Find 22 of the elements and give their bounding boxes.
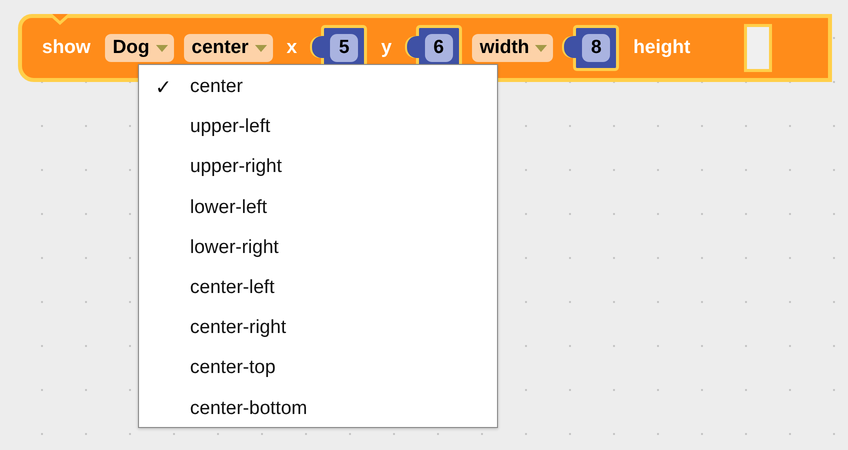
dropdown-field[interactable]: center bbox=[184, 34, 273, 62]
menu-item[interactable]: lower-right bbox=[139, 228, 497, 268]
dropdown-field[interactable]: width bbox=[472, 34, 554, 62]
menu-item[interactable]: center-right bbox=[139, 308, 497, 348]
menu-item[interactable]: center-left bbox=[139, 268, 497, 308]
menu-item[interactable]: center-bottom bbox=[139, 388, 497, 429]
block-label: height bbox=[632, 37, 692, 59]
number-field[interactable]: 5 bbox=[330, 34, 358, 62]
empty-input-slot[interactable] bbox=[744, 24, 772, 72]
caret-icon bbox=[156, 44, 168, 52]
menu-item[interactable]: upper-left bbox=[139, 107, 497, 148]
menu-item[interactable]: lower-left bbox=[139, 188, 497, 228]
caret-icon bbox=[254, 44, 267, 52]
number-field[interactable]: 6 bbox=[424, 34, 453, 62]
block-label: show bbox=[41, 37, 92, 59]
block-label: y bbox=[380, 37, 393, 59]
dropdown-field[interactable]: Dog bbox=[104, 34, 174, 62]
number-field[interactable]: 8 bbox=[582, 34, 610, 62]
block-label: x bbox=[286, 37, 298, 59]
menu-item[interactable]: center-top bbox=[139, 348, 497, 388]
menu-item[interactable]: upper-right bbox=[139, 147, 497, 188]
caret-icon bbox=[535, 44, 548, 52]
